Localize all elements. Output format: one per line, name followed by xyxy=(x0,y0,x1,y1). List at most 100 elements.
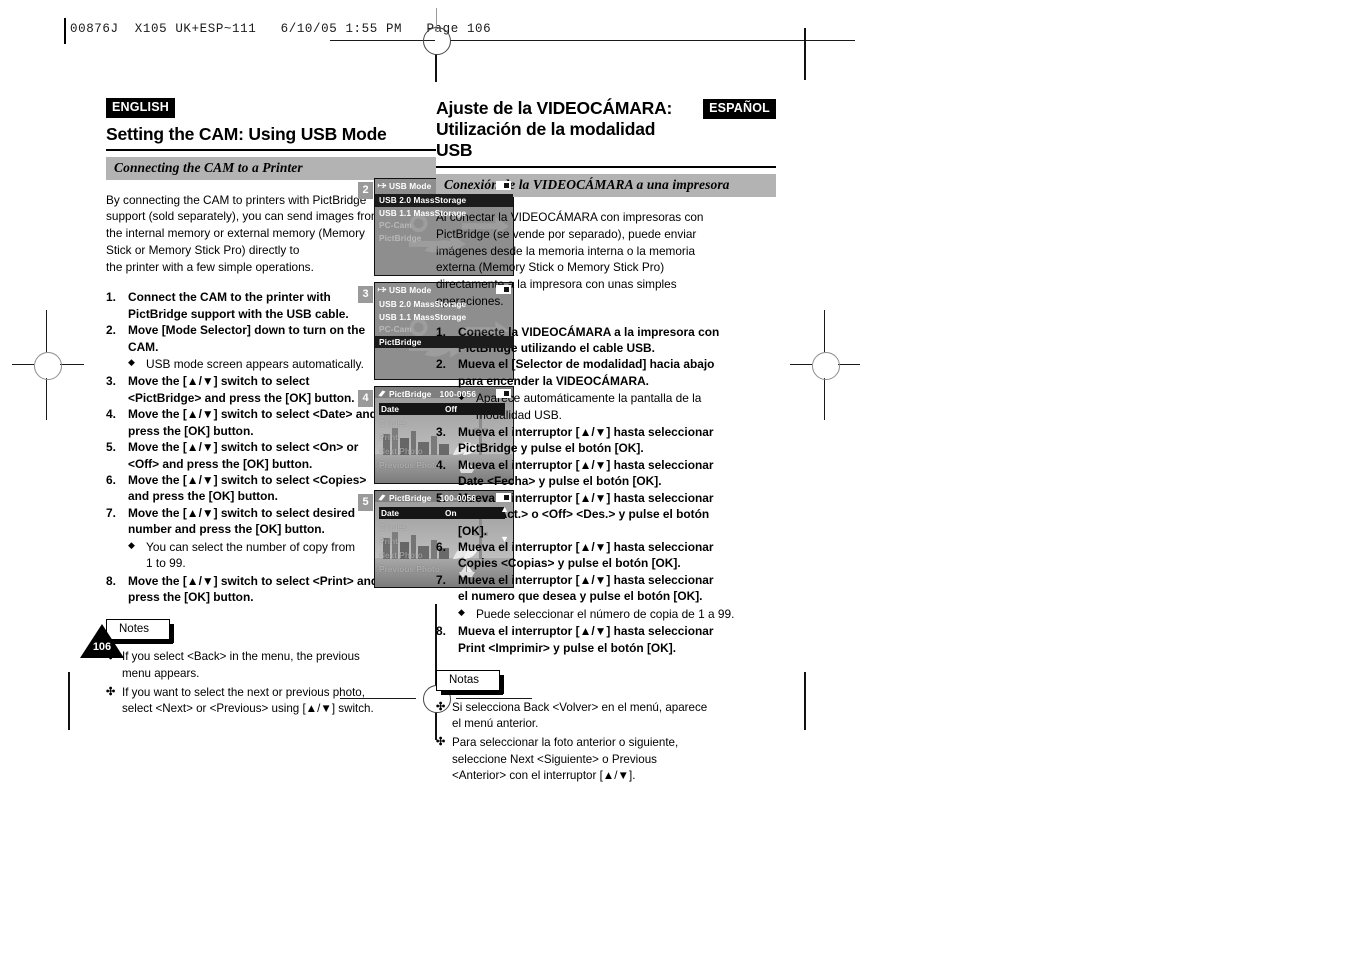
step-item: 8. Mueva el interruptor [▲/▼] hasta selec… xyxy=(436,623,776,656)
step-number: 4. xyxy=(106,407,116,422)
text-line: If you want to select the next or previo… xyxy=(122,685,365,699)
diamond-bullet-icon: ◆ xyxy=(128,539,135,550)
crop-mark-top-right-h xyxy=(450,40,855,41)
lcd-menu-item[interactable]: USB 2.0 MassStorage xyxy=(375,298,513,311)
lcd-screen: USB Mode USB 2.0 MassStorage USB 1.1 MassS… xyxy=(374,178,514,276)
lcd-menu-item[interactable]: Copies xyxy=(375,520,513,534)
registration-mark-top xyxy=(423,27,451,55)
page-title-english: Setting the CAM: Using USB Mode xyxy=(106,123,387,144)
notes-list-spanish: ✣ Si selecciona Back <Volver> en el menú,… xyxy=(436,700,776,784)
panel-step-badge: 5 xyxy=(358,494,373,511)
printer-icon xyxy=(377,493,387,502)
lcd-menu-item[interactable]: Previous Photo xyxy=(375,458,513,472)
step-sub-bullet: ◆ Puede seleccionar el número de copia de… xyxy=(458,606,776,622)
lcd-date-label: Date xyxy=(379,403,439,415)
text-line: seleccione Next <Siguiente> o Previous xyxy=(452,752,657,766)
lcd-menu-item[interactable]: Previous Photo xyxy=(375,562,513,576)
battery-icon xyxy=(496,493,511,502)
text-line: Mueva el interruptor [▲/▼] hasta selecci… xyxy=(458,624,714,639)
language-tag-spanish: ESPAÑOL xyxy=(703,99,776,119)
lcd-title-text: USB Mode xyxy=(389,180,432,191)
notes-label-spanish: Notas xyxy=(436,669,505,695)
registration-mark-right xyxy=(812,352,840,380)
printer-icon xyxy=(377,389,387,398)
text-line: el menú anterior. xyxy=(452,717,539,731)
lcd-menu-item[interactable]: PictBridge xyxy=(375,335,513,348)
lcd-date-value[interactable]: On xyxy=(439,507,505,519)
usb-icon xyxy=(377,285,387,294)
notes-list-english: ✣ If you select <Back> in the menu, the p… xyxy=(106,649,436,717)
step-number: 7. xyxy=(436,572,446,587)
note-text: Para seleccionar la foto anterior o sigu… xyxy=(452,735,678,784)
note-bullet-icon: ✣ xyxy=(106,685,116,698)
diamond-bullet-icon: ◆ xyxy=(458,606,465,617)
step-number: 1. xyxy=(106,290,116,305)
lcd-menu-item[interactable]: PC-Cam xyxy=(375,323,513,336)
step-number: 3. xyxy=(106,374,116,389)
crop-mark-corner-right xyxy=(804,672,806,730)
lcd-menu-item[interactable]: USB 1.1 MassStorage xyxy=(375,207,513,220)
usb-icon xyxy=(377,181,387,190)
lcd-menu-item[interactable]: Next Photo xyxy=(375,548,513,562)
lcd-menu-item[interactable]: USB 2.0 MassStorage xyxy=(375,194,513,207)
title-rule-english xyxy=(106,148,436,151)
lcd-menu-item[interactable]: Next Photo xyxy=(375,444,513,458)
crop-mark-top-v xyxy=(435,54,437,82)
lcd-date-value[interactable]: Off xyxy=(439,403,505,415)
text-line: Print <Imprimir> y pulse el botón [OK]. xyxy=(458,640,677,655)
language-tag-english: ENGLISH xyxy=(106,98,175,118)
lcd-date-label: Date xyxy=(379,507,439,519)
diamond-bullet-icon: ◆ xyxy=(128,357,135,368)
crop-mark-right-h-outer xyxy=(838,364,860,365)
lcd-title-bar: PictBridge 100-0056 xyxy=(375,491,513,504)
lcd-menu-item[interactable]: Copies xyxy=(375,416,513,430)
battery-icon xyxy=(496,389,511,398)
lcd-title-text: PictBridge xyxy=(389,492,432,503)
text-line: 1 to 99. xyxy=(146,556,186,571)
text-line: select <Next> or <Previous> using [▲/▼] … xyxy=(122,702,374,716)
page-number-badge: 106 xyxy=(80,624,124,658)
note-item: ✣ Si selecciona Back <Volver> en el menú,… xyxy=(436,700,776,732)
lcd-menu-item[interactable]: PC-Cam xyxy=(375,219,513,232)
crop-mark-corner-left xyxy=(68,672,70,730)
lcd-menu-item[interactable]: Print xyxy=(375,430,513,444)
page-title-spanish-line2: Utilización de la modalidad USB xyxy=(436,119,656,160)
lcd-menu-item[interactable]: PictBridge xyxy=(375,232,513,245)
section-subhead-english: Connecting the CAM to a Printer xyxy=(106,156,436,180)
chevron-down-icon[interactable]: ▼ xyxy=(500,535,509,544)
step-sub-text: Puede seleccionar el número de copia de … xyxy=(476,606,734,622)
lcd-panel: 2 USB Mode USB 2.0 MassStorage USB 1.1 Mass… xyxy=(358,178,516,276)
lcd-menu-item[interactable]: Print xyxy=(375,534,513,548)
lcd-screen: USB Mode USB 2.0 MassStorage USB 1.1 MassS… xyxy=(374,282,514,380)
text-line: USB mode screen appears automatically. xyxy=(146,357,364,372)
text-line: You can select the number of copy from xyxy=(146,539,356,554)
step-sub-text: You can select the number of copy from 1 … xyxy=(146,539,355,572)
lcd-date-row[interactable]: Date On xyxy=(375,506,513,520)
note-item: ✣ If you want to select the next or previ… xyxy=(106,685,436,717)
text-line: Date <Fecha> y pulse el botón [OK]. xyxy=(458,474,662,489)
panel-step-badge: 3 xyxy=(358,286,373,303)
note-text: If you want to select the next or previo… xyxy=(122,685,374,717)
lcd-menu-list: USB 2.0 MassStorage USB 1.1 MassStorage PC… xyxy=(375,192,513,244)
text-line: Para seleccionar la foto anterior o sigu… xyxy=(452,736,679,750)
crop-mark-left-v-bottom xyxy=(46,378,47,420)
step-number: 6. xyxy=(106,473,116,488)
chevron-up-icon[interactable]: ▲ xyxy=(500,504,509,514)
battery-icon xyxy=(496,181,511,190)
title-rule-spanish xyxy=(436,166,776,168)
steps-list-spanish: 1. Conecte la VIDEOCÁMARA a la impresora … xyxy=(436,324,776,656)
crop-mark-right-v-bottom xyxy=(824,378,825,420)
lcd-date-row[interactable]: Date Off xyxy=(375,402,513,416)
note-item: ✣ Para seleccionar la foto anterior o sig… xyxy=(436,735,776,784)
panel-step-badge: 2 xyxy=(358,182,373,199)
step-text: Mueva el interruptor [▲/▼] hasta selecci… xyxy=(458,623,776,656)
note-text: Si selecciona Back <Volver> en el menú, … xyxy=(452,700,707,732)
note-text: If you select <Back> in the menu, the pr… xyxy=(122,649,360,681)
step-number: 2. xyxy=(106,323,116,338)
lcd-menu-item[interactable]: USB 1.1 MassStorage xyxy=(375,311,513,324)
text-line: menu appears. xyxy=(122,666,200,680)
lcd-title-text: PictBridge xyxy=(389,388,432,399)
step-number: 5. xyxy=(106,440,116,455)
step-number: 7. xyxy=(106,505,116,520)
battery-icon xyxy=(496,285,511,294)
